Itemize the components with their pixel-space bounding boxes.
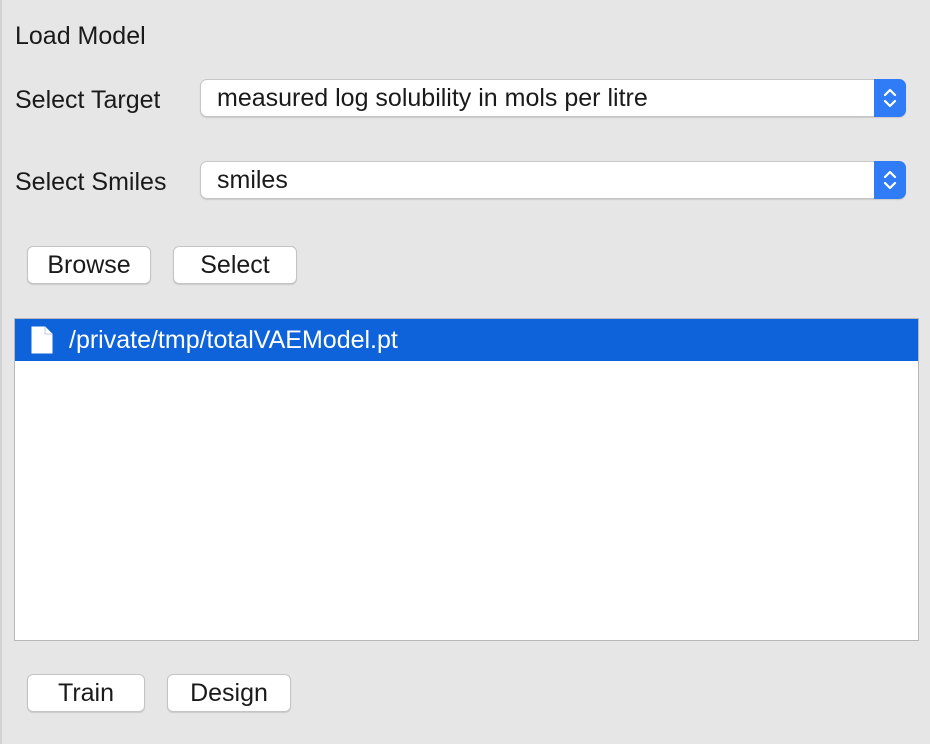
page-title: Load Model bbox=[15, 22, 146, 50]
select-smiles-label: Select Smiles bbox=[15, 168, 167, 196]
file-name: /private/tmp/totalVAEModel.pt bbox=[69, 326, 398, 354]
file-list[interactable]: /private/tmp/totalVAEModel.pt bbox=[14, 318, 919, 641]
list-item[interactable]: /private/tmp/totalVAEModel.pt bbox=[15, 319, 918, 361]
window-edge bbox=[0, 0, 2, 744]
select-target-label: Select Target bbox=[15, 86, 161, 114]
chevron-updown-icon[interactable] bbox=[874, 161, 906, 199]
design-button[interactable]: Design bbox=[167, 674, 291, 712]
chevron-updown-icon[interactable] bbox=[874, 79, 906, 117]
browse-button[interactable]: Browse bbox=[27, 246, 151, 284]
document-icon bbox=[31, 326, 53, 359]
select-smiles-dropdown[interactable]: smiles bbox=[200, 161, 906, 199]
train-button[interactable]: Train bbox=[27, 674, 145, 712]
select-target-value: measured log solubility in mols per litr… bbox=[217, 84, 648, 112]
select-smiles-value: smiles bbox=[217, 166, 288, 194]
select-button[interactable]: Select bbox=[173, 246, 297, 284]
select-target-dropdown[interactable]: measured log solubility in mols per litr… bbox=[200, 79, 906, 117]
